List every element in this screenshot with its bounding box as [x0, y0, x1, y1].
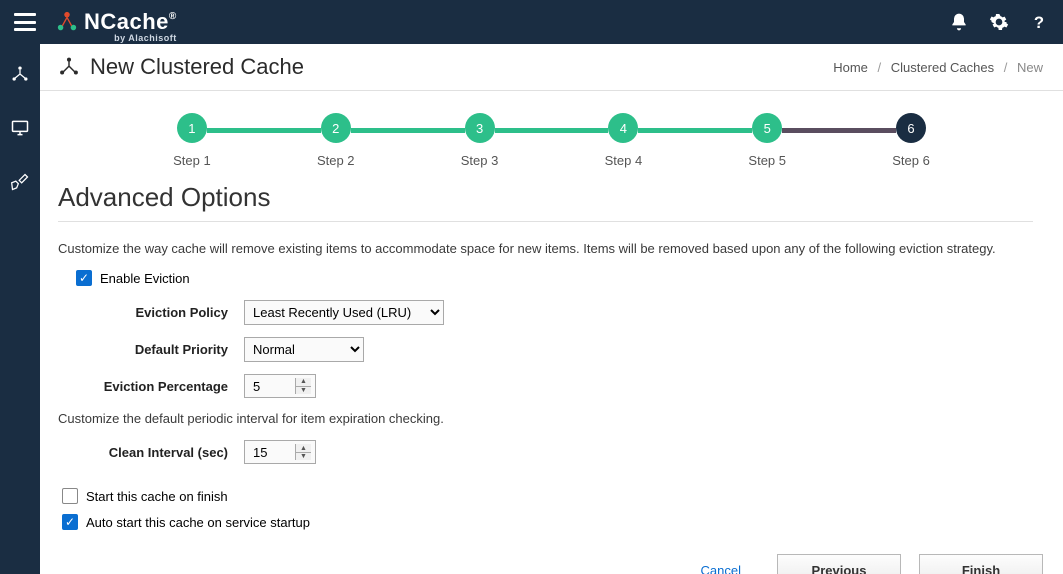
eviction-percentage-input[interactable]	[249, 378, 295, 394]
spin-up-icon[interactable]: ▲	[296, 378, 311, 387]
auto-start-checkbox[interactable]	[62, 514, 78, 530]
eviction-policy-select[interactable]: Least Recently Used (LRU)	[244, 300, 444, 325]
brand-subtitle: by Alachisoft	[114, 33, 177, 43]
eviction-percentage-label: Eviction Percentage	[58, 379, 228, 394]
enable-eviction-label: Enable Eviction	[100, 271, 190, 286]
wizard-stepper: 1 Step 1 2 Step 2 3 Step 3 4 Step 4 5	[40, 91, 1063, 178]
wizard-footer: Cancel Previous Finish	[40, 540, 1063, 574]
eviction-policy-label: Eviction Policy	[58, 305, 228, 320]
breadcrumb-current: New	[1017, 60, 1043, 75]
spin-down-icon[interactable]: ▼	[296, 453, 311, 461]
default-priority-label: Default Priority	[58, 342, 228, 357]
top-header: NCache® by Alachisoft ?	[0, 0, 1063, 44]
start-on-finish-checkbox[interactable]	[62, 488, 78, 504]
brand-logo-area[interactable]: NCache® by Alachisoft	[56, 9, 177, 35]
gear-icon[interactable]	[989, 12, 1009, 32]
step-5[interactable]: 5 Step 5	[695, 113, 839, 168]
eviction-percentage-spinner[interactable]: ▲▼	[244, 374, 316, 398]
svg-text:?: ?	[1034, 13, 1044, 32]
brand-icon	[56, 11, 78, 33]
cluster-icon	[58, 56, 80, 78]
step-2[interactable]: 2 Step 2	[264, 113, 408, 168]
step-1[interactable]: 1 Step 1	[120, 113, 264, 168]
spin-up-icon[interactable]: ▲	[296, 444, 311, 453]
section-title: Advanced Options	[58, 178, 1033, 222]
clean-interval-spinner[interactable]: ▲▼	[244, 440, 316, 464]
step-4[interactable]: 4 Step 4	[551, 113, 695, 168]
help-icon[interactable]: ?	[1029, 12, 1049, 32]
topbar-actions: ?	[949, 12, 1049, 32]
bell-icon[interactable]	[949, 12, 969, 32]
page-title: New Clustered Cache	[90, 54, 304, 80]
step-6[interactable]: 6 Step 6	[839, 113, 983, 168]
sidebar-item-monitor[interactable]	[0, 112, 40, 144]
clean-interval-label: Clean Interval (sec)	[58, 445, 228, 460]
left-sidebar	[0, 44, 40, 574]
cancel-link[interactable]: Cancel	[701, 563, 741, 574]
spin-down-icon[interactable]: ▼	[296, 387, 311, 395]
breadcrumb: Home / Clustered Caches / New	[833, 60, 1043, 75]
start-on-finish-label: Start this cache on finish	[86, 489, 228, 504]
step-3[interactable]: 3 Step 3	[408, 113, 552, 168]
breadcrumb-home[interactable]: Home	[833, 60, 868, 75]
sidebar-item-cluster[interactable]	[0, 58, 40, 90]
eviction-description: Customize the way cache will remove exis…	[58, 240, 1033, 258]
clean-interval-input[interactable]	[249, 444, 295, 460]
breadcrumb-caches[interactable]: Clustered Caches	[891, 60, 994, 75]
enable-eviction-checkbox[interactable]	[76, 270, 92, 286]
sidebar-item-tools[interactable]	[0, 166, 40, 198]
auto-start-label: Auto start this cache on service startup	[86, 515, 310, 530]
page-titlebar: New Clustered Cache Home / Clustered Cac…	[40, 44, 1063, 91]
default-priority-select[interactable]: Normal	[244, 337, 364, 362]
hamburger-menu-icon[interactable]	[14, 13, 36, 31]
brand-name: NCache® by Alachisoft	[84, 9, 177, 35]
finish-button[interactable]: Finish	[919, 554, 1043, 574]
previous-button[interactable]: Previous	[777, 554, 901, 574]
expiration-description: Customize the default periodic interval …	[58, 410, 1033, 428]
